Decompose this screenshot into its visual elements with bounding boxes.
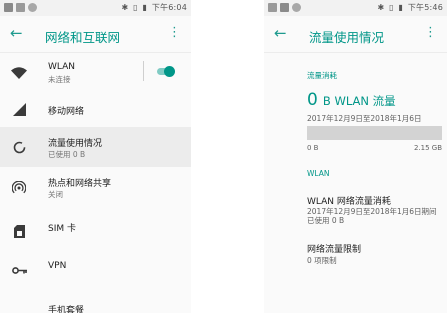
cellular-icon xyxy=(11,101,27,117)
item-label: 流量使用情况 xyxy=(48,139,103,149)
item-subtitle: 未连接 xyxy=(48,75,71,84)
status-bar: ✱ ▯ ▮ 下午6:04 xyxy=(0,0,191,16)
back-arrow-icon[interactable]: ← xyxy=(10,25,23,41)
usage-progress-bar xyxy=(307,126,442,140)
item-subtitle: 关闭 xyxy=(48,190,63,199)
page-title: 网络和互联网 xyxy=(45,30,121,45)
item-subtitle-line2: 已使用 0 B xyxy=(307,216,345,225)
settings-item-wlan[interactable]: WLAN 未连接 xyxy=(0,53,191,91)
status-time: 下午5:46 xyxy=(407,3,443,12)
data-usage-icon xyxy=(11,139,27,155)
notification-icon xyxy=(280,3,289,12)
more-options-icon[interactable]: ⋮ xyxy=(424,26,437,40)
item-label: 移动网络 xyxy=(48,107,85,117)
battery-icon: ▮ xyxy=(398,3,404,12)
usage-period: 2017年12月9日至2018年1月6日 xyxy=(307,114,422,123)
vibrate-icon: ▯ xyxy=(389,3,394,12)
settings-item-hotspot[interactable]: 热点和网络共享 关闭 xyxy=(0,167,191,205)
vibrate-icon: ▯ xyxy=(133,3,138,12)
image-icon xyxy=(268,3,277,12)
status-bar: ✱ ▯ ▮ 下午5:46 xyxy=(264,0,447,16)
item-label: VPN xyxy=(48,261,67,271)
app-bar: ← 流量使用情况 ⋮ xyxy=(264,16,447,53)
item-label: WLAN xyxy=(48,62,76,72)
image-icon xyxy=(16,3,25,12)
settings-item-mobile-network[interactable]: 移动网络 xyxy=(0,91,191,127)
item-subtitle: 已使用 0 B xyxy=(48,150,86,159)
vpn-key-icon xyxy=(11,262,27,278)
item-label: SIM 卡 xyxy=(48,224,76,234)
item-label: 热点和网络共享 xyxy=(48,179,112,189)
item-label: 手机套餐 xyxy=(48,306,85,313)
usage-number: 0 xyxy=(307,90,318,110)
data-usage-screen: ✱ ▯ ▮ 下午5:46 ← 流量使用情况 ⋮ 流量消耗 0 B WLAN 流量… xyxy=(264,0,447,313)
bar-max-label: 2.15 GB xyxy=(413,144,442,152)
usage-unit: B WLAN 流量 xyxy=(322,94,396,108)
wlan-section-header: WLAN xyxy=(307,169,330,178)
network-settings-screen: ✱ ▯ ▮ 下午6:04 ← 网络和互联网 ⋮ WLAN 未连接 移动网络 流量… xyxy=(0,0,191,313)
settings-item-mobile-plan[interactable]: 手机套餐 xyxy=(0,287,191,313)
settings-item-vpn[interactable]: VPN xyxy=(0,247,191,287)
hotspot-icon xyxy=(11,180,27,196)
wlan-toggle[interactable] xyxy=(155,65,175,77)
item-label: 网络流量限制 xyxy=(307,245,362,255)
wifi-icon xyxy=(11,65,27,81)
sync-icon xyxy=(292,3,301,12)
bluetooth-icon: ✱ xyxy=(377,3,385,12)
divider xyxy=(143,61,144,81)
sync-icon xyxy=(28,3,37,12)
battery-icon: ▮ xyxy=(142,3,148,12)
bluetooth-icon: ✱ xyxy=(121,3,129,12)
toggle-knob xyxy=(164,66,175,77)
network-limit-item[interactable]: 网络流量限制 0 项限制 xyxy=(264,236,447,272)
usage-section-label: 流量消耗 xyxy=(307,71,337,80)
notification-icon xyxy=(4,3,13,12)
sim-card-icon xyxy=(11,223,27,239)
back-arrow-icon[interactable]: ← xyxy=(274,25,287,41)
status-time: 下午6:04 xyxy=(151,3,187,12)
wlan-data-usage-item[interactable]: WLAN 网络流量消耗 2017年12月9日至2018年1月6日期间 已使用 0… xyxy=(264,188,447,232)
usage-amount: 0 B WLAN 流量 xyxy=(307,90,396,110)
item-subtitle: 0 项限制 xyxy=(307,256,337,265)
bar-min-label: 0 B xyxy=(307,144,319,152)
app-bar: ← 网络和互联网 ⋮ xyxy=(0,16,191,53)
more-options-icon[interactable]: ⋮ xyxy=(168,26,181,40)
page-title: 流量使用情况 xyxy=(309,30,385,45)
settings-item-data-usage[interactable]: 流量使用情况 已使用 0 B xyxy=(0,127,191,167)
settings-item-sim-card[interactable]: SIM 卡 xyxy=(0,205,191,247)
